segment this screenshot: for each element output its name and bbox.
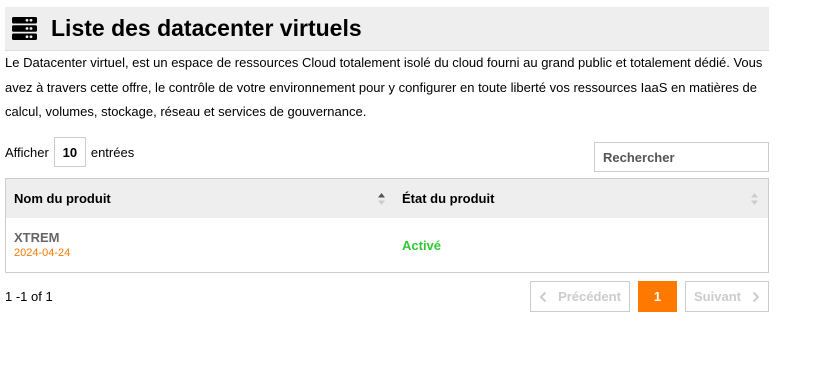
- length-prefix-label: Afficher: [5, 144, 49, 160]
- page-description: Le Datacenter virtuel, est un espace de …: [5, 55, 763, 119]
- product-name: XTREM: [14, 230, 60, 245]
- table-info: 1 -1 of 1: [5, 289, 53, 304]
- chevron-left-icon: [539, 291, 547, 303]
- page-header: Liste des datacenter virtuels: [5, 7, 769, 51]
- product-name-cell: XTREM 2024-04-24: [6, 230, 395, 260]
- server-icon: [12, 16, 37, 41]
- pagination: Précédent 1 Suivant: [530, 281, 769, 312]
- page-title: Liste des datacenter virtuels: [51, 15, 362, 41]
- column-header-label: Nom du produit: [14, 191, 111, 206]
- column-header-product-state[interactable]: État du produit: [395, 179, 768, 218]
- column-header-label: État du produit: [402, 191, 495, 206]
- products-table: Nom du produit État du produit XTREM 202…: [5, 178, 769, 273]
- column-header-product-name[interactable]: Nom du produit: [6, 179, 395, 218]
- sort-both-icon: [751, 192, 758, 206]
- entries-per-page-select[interactable]: 10: [53, 137, 86, 167]
- product-state: Activé: [402, 237, 442, 253]
- next-page-button[interactable]: Suivant: [685, 281, 769, 312]
- page-button-current[interactable]: 1: [638, 281, 677, 312]
- sort-ascending-icon: [378, 192, 385, 206]
- chevron-right-icon: [752, 291, 760, 303]
- table-header-row: Nom du produit État du produit: [6, 179, 768, 218]
- previous-page-button[interactable]: Précédent: [530, 281, 630, 312]
- next-page-label: Suivant: [694, 289, 741, 304]
- search-input[interactable]: [594, 142, 769, 172]
- product-date: 2024-04-24: [14, 247, 71, 259]
- table-row[interactable]: XTREM 2024-04-24 Activé: [6, 218, 768, 272]
- entries-length-control: Afficher 10 entrées: [5, 136, 134, 168]
- previous-page-label: Précédent: [558, 289, 621, 304]
- length-suffix-label: entrées: [90, 144, 135, 160]
